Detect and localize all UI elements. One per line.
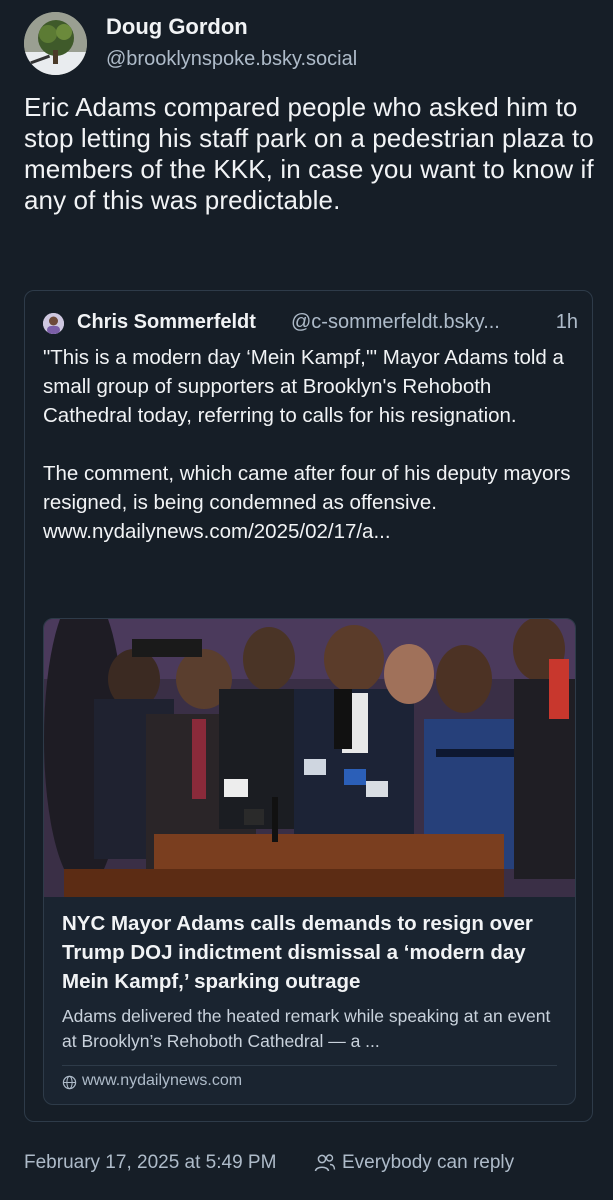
post-text: Eric Adams compared people who asked him… [24, 92, 594, 215]
link-card-divider [62, 1065, 557, 1066]
quoted-post-time[interactable]: 1h [556, 311, 578, 334]
globe-icon [62, 1075, 77, 1090]
quoted-post-text: "This is a modern day ‘Mein Kampf,'" May… [43, 346, 571, 543]
post-timestamp: February 17, 2025 at 5:49 PM [24, 1152, 277, 1173]
post: Doug Gordon @brooklynspoke.bsky.social E… [0, 0, 613, 1200]
author-display-name[interactable]: Doug Gordon [106, 14, 248, 40]
people-icon [314, 1154, 336, 1172]
quoted-post[interactable]: Chris Sommerfeldt @c-sommerfeldt.bsky...… [24, 290, 593, 1122]
person-avatar-icon [43, 313, 64, 334]
quoted-author-handle[interactable]: @c-sommerfeldt.bsky... [291, 311, 556, 334]
quoted-author-avatar[interactable] [43, 313, 64, 334]
link-card-description: Adams delivered the heated remark while … [62, 1006, 551, 1051]
reply-setting[interactable]: Everybody can reply [342, 1152, 514, 1174]
author-avatar[interactable] [24, 12, 87, 75]
post-author[interactable]: Doug Gordon @brooklynspoke.bsky.social [24, 12, 593, 76]
quoted-post-header: Chris Sommerfeldt @c-sommerfeldt.bsky...… [43, 311, 578, 335]
link-card-domain[interactable]: www.nydailynews.com [82, 1072, 242, 1090]
link-card-title[interactable]: NYC Mayor Adams calls demands to resign … [62, 909, 562, 996]
quoted-author-display-name[interactable]: Chris Sommerfeldt [77, 311, 256, 334]
author-handle[interactable]: @brooklynspoke.bsky.social [106, 48, 357, 71]
external-link-card[interactable]: NYC Mayor Adams calls demands to resign … [43, 618, 576, 1105]
tree-avatar-icon [24, 12, 87, 75]
press-conference-photo [44, 619, 575, 897]
